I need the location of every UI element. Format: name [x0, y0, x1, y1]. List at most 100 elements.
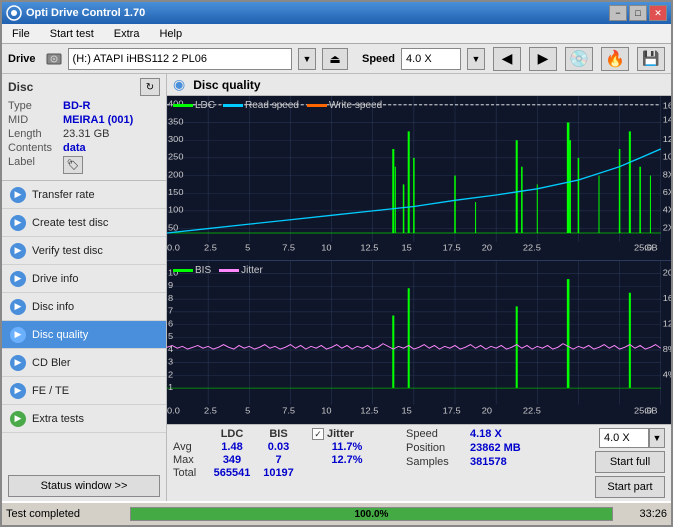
speed-dropdown-arrow[interactable]: ▼ — [467, 48, 485, 70]
ldc-header: LDC — [207, 428, 257, 440]
sidebar-item-disc-quality[interactable]: ▶ Disc quality — [2, 321, 166, 349]
svg-text:4: 4 — [168, 344, 173, 353]
ldc-chart: 16X 14X 12X 10X 8X 6X 4X 2X 400 350 300 … — [167, 96, 671, 260]
total-label: Total — [173, 467, 203, 479]
start-part-button[interactable]: Start part — [595, 476, 665, 498]
bis-total: 10197 — [261, 467, 296, 479]
speed-select-arrow[interactable]: ▼ — [649, 428, 665, 448]
svg-text:2: 2 — [168, 369, 173, 378]
speed-select-box[interactable]: 4.0 X — [599, 428, 649, 448]
bis-header: BIS — [261, 428, 296, 440]
verify-test-disc-icon: ▶ — [10, 243, 26, 259]
menu-help[interactable]: Help — [153, 26, 188, 42]
eject-button[interactable]: ⏏ — [322, 48, 348, 70]
burn-button[interactable]: 🔥 — [601, 47, 629, 71]
jitter-max: 12.7% — [312, 454, 382, 466]
sidebar-item-fe-te[interactable]: ▶ FE / TE — [2, 377, 166, 405]
bis-avg: 0.03 — [261, 441, 296, 453]
samples-value: 381578 — [470, 456, 507, 468]
svg-text:GB: GB — [644, 406, 658, 415]
drive-dropdown[interactable]: (H:) ATAPI iHBS112 2 PL06 — [68, 48, 292, 70]
svg-text:20: 20 — [482, 406, 492, 415]
jitter-header: Jitter — [327, 428, 354, 440]
disc-length-label: Length — [8, 128, 63, 140]
speed-stat-value: 4.18 X — [470, 428, 502, 440]
app-title: Opti Drive Control 1.70 — [26, 7, 609, 19]
legend-jitter: Jitter — [241, 265, 263, 276]
drive-label: Drive — [8, 53, 36, 65]
sidebar-item-cd-bler[interactable]: ▶ CD Bler — [2, 349, 166, 377]
drive-dropdown-arrow[interactable]: ▼ — [298, 48, 316, 70]
save-button[interactable]: 💾 — [637, 47, 665, 71]
svg-text:17.5: 17.5 — [443, 406, 461, 415]
svg-text:12.5: 12.5 — [360, 243, 378, 252]
start-full-button[interactable]: Start full — [595, 451, 665, 473]
svg-text:4%: 4% — [663, 369, 671, 378]
disc-type-value: BD-R — [63, 100, 91, 112]
prev-speed-button[interactable]: ◀ — [493, 47, 521, 71]
svg-text:15: 15 — [402, 406, 412, 415]
disc-section-title: Disc — [8, 80, 33, 94]
extra-tests-label: Extra tests — [32, 413, 84, 425]
sidebar-item-transfer-rate[interactable]: ▶ Transfer rate — [2, 181, 166, 209]
jitter-checkbox[interactable]: ✓ — [312, 428, 324, 440]
svg-text:300: 300 — [168, 135, 184, 144]
maximize-button[interactable]: □ — [629, 5, 647, 21]
menu-start-test[interactable]: Start test — [44, 26, 100, 42]
svg-text:6: 6 — [168, 318, 173, 327]
drive-info-label: Drive info — [32, 273, 78, 285]
close-button[interactable]: ✕ — [649, 5, 667, 21]
speed-label: Speed — [362, 53, 395, 65]
svg-text:8: 8 — [168, 293, 173, 302]
svg-text:50: 50 — [168, 223, 179, 232]
stats-bar: LDC BIS Avg 1.48 0.03 Max 349 7 Total — [167, 424, 671, 501]
svg-text:12X: 12X — [663, 135, 671, 144]
menu-file[interactable]: File — [6, 26, 36, 42]
bis-max: 7 — [261, 454, 296, 466]
disc-contents-value: data — [63, 142, 86, 154]
transfer-rate-label: Transfer rate — [32, 189, 95, 201]
create-test-disc-icon: ▶ — [10, 215, 26, 231]
chart-title-icon: ◉ — [173, 76, 185, 93]
disc-label-label: Label — [8, 156, 63, 174]
status-time: 33:26 — [617, 508, 667, 520]
disc-refresh-button[interactable]: ↻ — [140, 78, 160, 96]
sidebar-item-extra-tests[interactable]: ▶ Extra tests — [2, 405, 166, 433]
sidebar-item-create-test-disc[interactable]: ▶ Create test disc — [2, 209, 166, 237]
svg-text:4X: 4X — [663, 205, 671, 214]
verify-test-disc-label: Verify test disc — [32, 245, 103, 257]
svg-text:2.5: 2.5 — [204, 243, 217, 252]
svg-text:9: 9 — [168, 280, 173, 289]
disc-label-icon[interactable]: 🏷 — [63, 156, 83, 174]
svg-text:350: 350 — [168, 117, 184, 126]
drive-info-icon: ▶ — [10, 271, 26, 287]
status-window-button[interactable]: Status window >> — [8, 475, 160, 497]
sidebar-item-drive-info[interactable]: ▶ Drive info — [2, 265, 166, 293]
svg-text:250: 250 — [168, 152, 184, 161]
sidebar-item-verify-test-disc[interactable]: ▶ Verify test disc — [2, 237, 166, 265]
disc-button[interactable]: 💿 — [565, 47, 593, 71]
disc-info-label: Disc info — [32, 301, 74, 313]
svg-text:0.0: 0.0 — [167, 406, 180, 415]
svg-text:GB: GB — [644, 243, 658, 252]
svg-text:17.5: 17.5 — [443, 243, 461, 252]
legend-read-speed: Read speed — [245, 100, 299, 111]
fe-te-label: FE / TE — [32, 385, 69, 397]
speed-dropdown[interactable]: 4.0 X — [401, 48, 461, 70]
menu-extra[interactable]: Extra — [108, 26, 146, 42]
menu-bar: File Start test Extra Help — [2, 24, 671, 44]
disc-quality-label: Disc quality — [32, 329, 88, 341]
avg-label: Avg — [173, 441, 203, 453]
minimize-button[interactable]: − — [609, 5, 627, 21]
ldc-total: 565541 — [207, 467, 257, 479]
disc-info-icon: ▶ — [10, 299, 26, 315]
svg-text:22.5: 22.5 — [523, 406, 541, 415]
svg-text:2.5: 2.5 — [204, 406, 217, 415]
svg-text:2X: 2X — [663, 223, 671, 232]
svg-text:3: 3 — [168, 357, 173, 366]
next-speed-button[interactable]: ▶ — [529, 47, 557, 71]
sidebar-item-disc-info[interactable]: ▶ Disc info — [2, 293, 166, 321]
svg-text:5: 5 — [245, 243, 250, 252]
cd-bler-icon: ▶ — [10, 355, 26, 371]
sidebar: Disc ↻ Type BD-R MID MEIRA1 (001) Length… — [2, 74, 167, 501]
